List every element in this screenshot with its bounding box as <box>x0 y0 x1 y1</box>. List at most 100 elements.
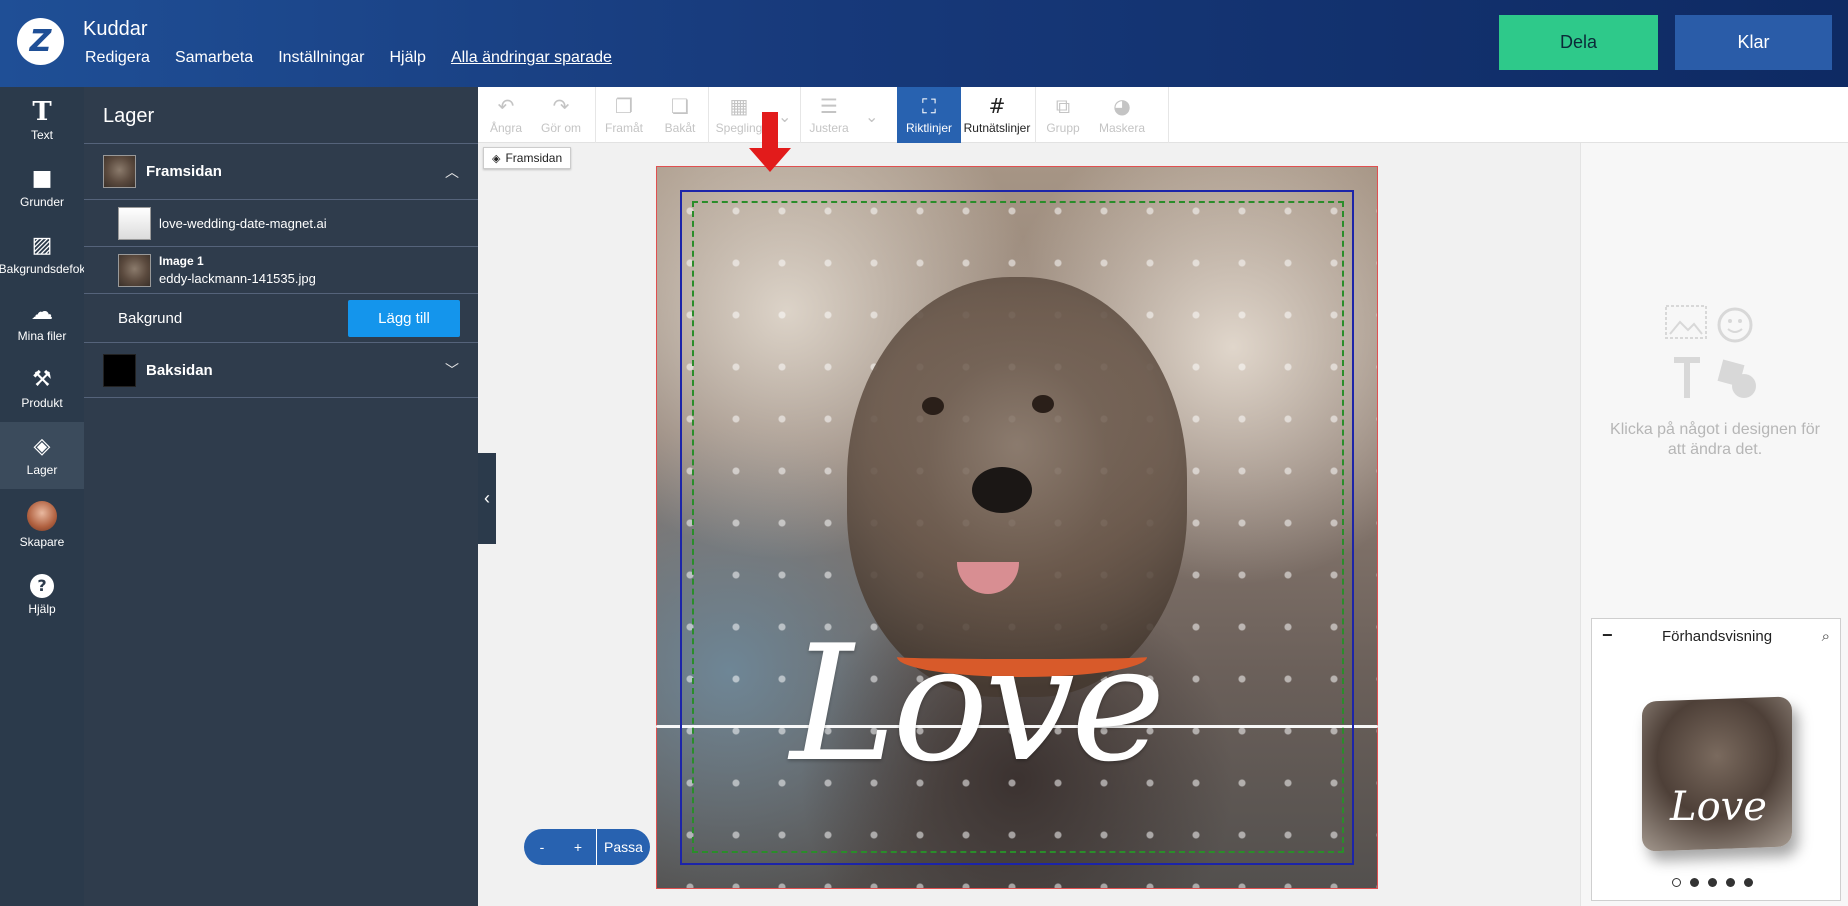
side-tag-label: Framsidan <box>505 151 563 165</box>
menu-settings[interactable]: Inställningar <box>278 49 364 67</box>
save-status-link[interactable]: Alla ändringar sparade <box>451 49 612 67</box>
tool-forward-label: Framåt <box>604 121 643 135</box>
preview-title: Förhandsvisning <box>1661 628 1773 645</box>
chevron-down-icon[interactable]: ⌄ <box>778 107 791 126</box>
image-thumbnail <box>118 253 151 287</box>
tool-group[interactable]: ⧉ Grupp <box>1036 87 1090 143</box>
tool-mirror[interactable]: ▦ Spegling <box>709 87 769 143</box>
undo-icon: ↶ <box>497 94 515 118</box>
editor-toolbar: ↶ Ångra ↷ Gör om ❐ Framåt ❏ Bakåt ▦ Spegling … <box>478 87 1848 143</box>
magnify-icon[interactable]: ⌕ <box>1822 627 1830 645</box>
layer-group-back[interactable]: Baksidan ﹀ <box>84 343 478 397</box>
menu-collaborate[interactable]: Samarbeta <box>175 49 253 67</box>
back-thumbnail <box>103 353 136 387</box>
preview-dot[interactable] <box>1708 878 1717 887</box>
guides-icon: ⛶ <box>922 94 936 118</box>
cloud-upload-icon: ☁ <box>31 299 53 325</box>
tool-backward[interactable]: ❏ Bakåt <box>652 87 708 143</box>
mask-icon: ◕ <box>1113 94 1131 118</box>
layer-item-vector[interactable]: love-wedding-date-magnet.ai <box>84 200 478 246</box>
zoom-in-button[interactable]: + <box>560 829 596 865</box>
product-icon: ⚒ <box>32 366 52 392</box>
back-label: Baksidan <box>146 361 213 379</box>
rail-shapes[interactable]: ■ Grunder <box>0 154 84 221</box>
rail-text-label: Text <box>30 127 53 142</box>
rail-creator[interactable]: Skapare <box>0 489 84 561</box>
avatar <box>27 501 57 531</box>
chevron-down-icon[interactable]: ⌄ <box>865 107 878 126</box>
tool-redo[interactable]: ↷ Gör om <box>530 87 592 143</box>
tool-align-label: Justera <box>809 121 849 135</box>
grid-icon: # <box>988 94 1006 118</box>
rail-creator-label: Skapare <box>19 535 65 549</box>
collapse-panel-handle[interactable]: ‹ <box>478 453 496 544</box>
tool-align[interactable]: ☰ Justera <box>801 87 857 143</box>
chevron-left-icon: ‹ <box>484 488 490 508</box>
add-background-button[interactable]: Lägg till <box>348 300 460 337</box>
red-arrow-annotation <box>749 112 791 172</box>
share-button[interactable]: Dela <box>1499 15 1658 70</box>
tool-mirror-label: Spegling <box>715 121 763 135</box>
front-label: Framsidan <box>146 163 222 180</box>
tool-redo-label: Gör om <box>540 121 581 135</box>
rail-my-files-label: Mina filer <box>17 328 67 343</box>
layer-item-title: Image 1 <box>159 254 204 268</box>
logo-glyph: Z <box>29 24 52 59</box>
tool-grid[interactable]: # Rutnätslinjer <box>961 87 1033 143</box>
tool-undo-label: Ångra <box>489 121 523 135</box>
menu-edit[interactable]: Redigera <box>85 49 150 67</box>
align-icon: ☰ <box>820 94 838 118</box>
rail-backgrounds-label: Bakgrundsdefok <box>0 261 84 276</box>
zoom-fit-button[interactable]: Passa <box>596 829 650 865</box>
preview-dot[interactable] <box>1690 878 1699 887</box>
layers-icon: ◈ <box>492 152 501 165</box>
preview-panel: − Förhandsvisning ⌕ Love <box>1591 618 1841 901</box>
zoom-control: - + Passa <box>524 829 650 865</box>
layer-item-image[interactable]: Image 1 eddy-lackmann-141535.jpg <box>84 247 478 293</box>
rail-help[interactable]: ? Hjälp <box>0 561 84 628</box>
zazzle-logo[interactable]: Z <box>17 18 64 65</box>
tool-forward[interactable]: ❐ Framåt <box>596 87 652 143</box>
layer-group-front[interactable]: Framsidan ︿ <box>84 144 478 199</box>
tool-rail: T Text ■ Grunder ▨ Bakgrundsdefok ☁ Mina… <box>0 87 84 906</box>
help-icon: ? <box>30 573 54 598</box>
preview-dot[interactable] <box>1726 878 1735 887</box>
send-backward-icon: ❏ <box>671 94 689 118</box>
done-button[interactable]: Klar <box>1675 15 1832 70</box>
layer-item-name: love-wedding-date-magnet.ai <box>159 215 327 231</box>
tool-group-label: Grupp <box>1046 121 1080 135</box>
top-header: Z Kuddar Redigera Samarbeta Inställninga… <box>0 0 1848 87</box>
menu-help[interactable]: Hjälp <box>389 49 425 67</box>
bleed-guide <box>692 201 1344 853</box>
chevron-up-icon[interactable]: ︿ <box>445 162 459 182</box>
vector-thumbnail <box>118 206 151 240</box>
layer-item-name: eddy-lackmann-141535.jpg <box>159 271 316 286</box>
rail-my-files[interactable]: ☁ Mina filer <box>0 288 84 355</box>
zoom-out-button[interactable]: - <box>524 829 560 865</box>
pillow-love-text: Love <box>1670 784 1767 830</box>
rail-backgrounds[interactable]: ▨ Bakgrundsdefok <box>0 221 84 288</box>
text-icon: T <box>32 96 52 127</box>
tool-undo[interactable]: ↶ Ångra <box>482 87 530 143</box>
bring-forward-icon: ❐ <box>615 94 633 118</box>
preview-dot[interactable] <box>1672 878 1681 887</box>
chevron-down-icon[interactable]: ﹀ <box>445 360 459 380</box>
rail-text[interactable]: T Text <box>0 87 84 154</box>
rail-product-label: Produkt <box>21 395 63 410</box>
side-tag[interactable]: ◈ Framsidan <box>483 147 572 169</box>
tool-guides[interactable]: ⛶ Riktlinjer <box>897 87 961 143</box>
rail-shapes-label: Grunder <box>19 194 65 209</box>
tool-mask-label: Maskera <box>1098 121 1145 135</box>
shapes-icon: ■ <box>31 165 53 191</box>
mirror-icon: ▦ <box>729 94 749 118</box>
rail-layers[interactable]: ◈ Lager <box>0 422 84 489</box>
rail-product[interactable]: ⚒ Produkt <box>0 355 84 422</box>
hatch-icon: ▨ <box>31 232 53 258</box>
rail-help-label: Hjälp <box>28 601 56 616</box>
preview-dot[interactable] <box>1744 878 1753 887</box>
redo-icon: ↷ <box>552 94 570 118</box>
tool-mask[interactable]: ◕ Maskera <box>1090 87 1154 143</box>
main-menu: Redigera Samarbeta Inställningar Hjälp A… <box>85 49 637 67</box>
layers-icon: ◈ <box>33 433 51 459</box>
group-icon: ⧉ <box>1055 94 1071 118</box>
